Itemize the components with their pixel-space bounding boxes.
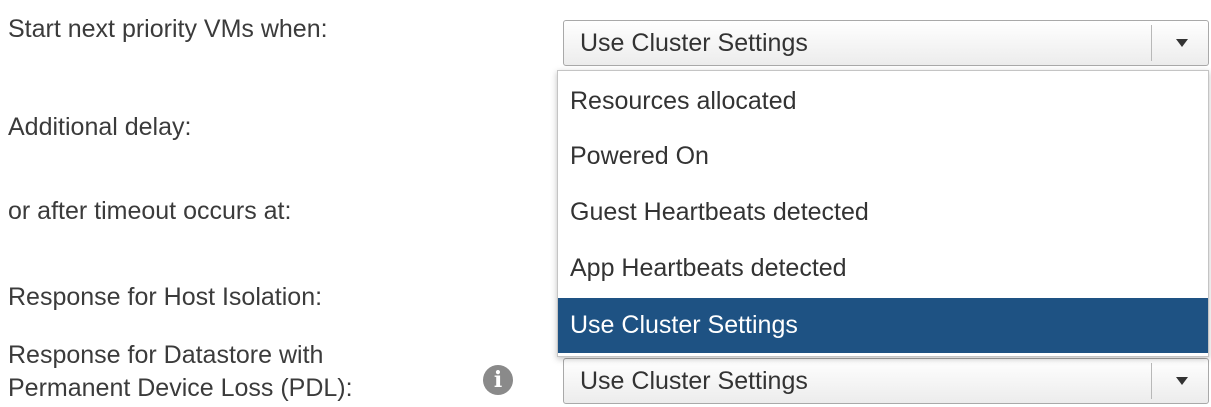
additional-delay-label: Additional delay: xyxy=(8,113,192,141)
option-guest-heartbeats[interactable]: Guest Heartbeats detected xyxy=(558,185,1208,240)
timeout-label: or after timeout occurs at: xyxy=(8,197,292,225)
start-next-priority-label: Start next priority VMs when: xyxy=(8,15,328,43)
pdl-label-line2: Permanent Device Loss (PDL): xyxy=(8,374,353,402)
info-icon[interactable]: i xyxy=(483,365,513,395)
option-app-heartbeats[interactable]: App Heartbeats detected xyxy=(558,241,1208,296)
start-next-priority-value: Use Cluster Settings xyxy=(580,29,808,57)
select-divider xyxy=(1151,25,1152,61)
start-next-priority-dropdown: Resources allocated Powered On Guest Hea… xyxy=(557,70,1209,357)
host-isolation-label: Response for Host Isolation: xyxy=(8,283,323,311)
option-use-cluster-settings[interactable]: Use Cluster Settings xyxy=(558,298,1208,353)
select-divider xyxy=(1151,363,1152,399)
pdl-response-select[interactable]: Use Cluster Settings xyxy=(563,358,1209,404)
chevron-down-icon[interactable] xyxy=(1176,377,1188,385)
pdl-response-value: Use Cluster Settings xyxy=(580,367,808,395)
option-powered-on[interactable]: Powered On xyxy=(558,129,1208,184)
chevron-down-icon[interactable] xyxy=(1176,39,1188,47)
start-next-priority-select[interactable]: Use Cluster Settings xyxy=(563,20,1209,66)
pdl-label-line1: Response for Datastore with xyxy=(8,341,324,369)
option-resources-allocated[interactable]: Resources allocated xyxy=(558,74,1208,129)
